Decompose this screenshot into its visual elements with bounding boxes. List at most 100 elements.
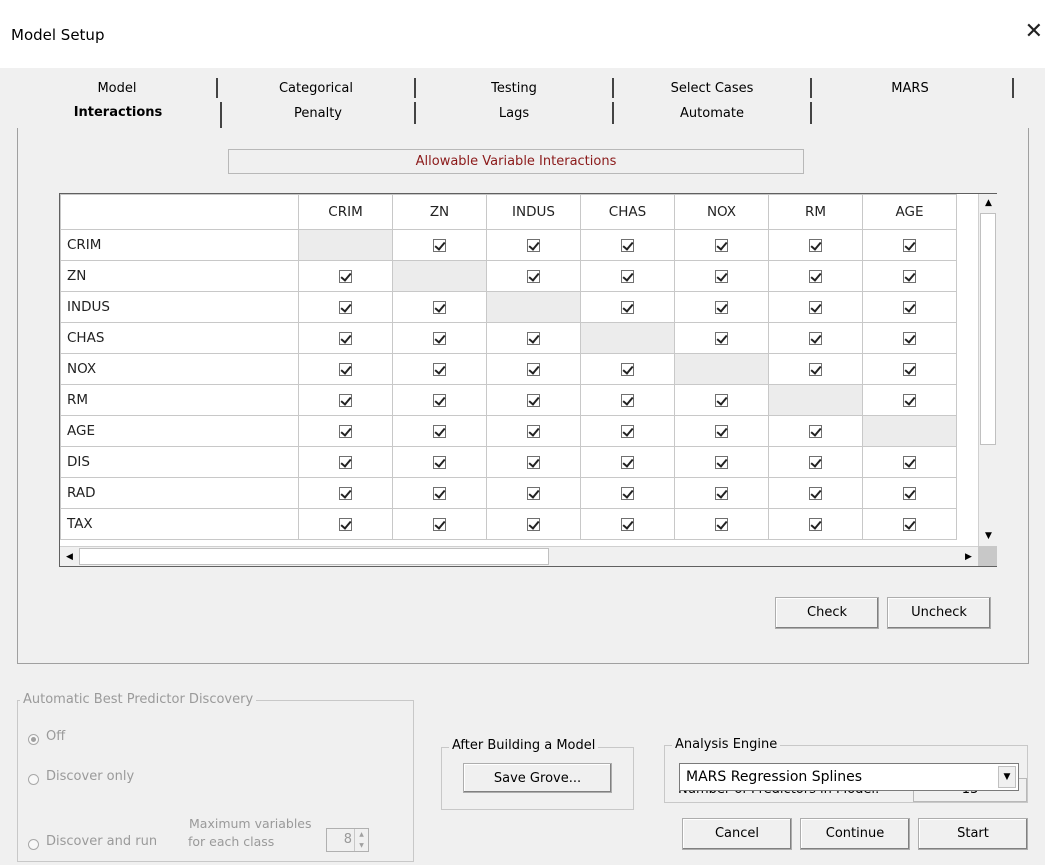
tab-categorical[interactable]: Categorical <box>218 78 414 100</box>
interaction-cell[interactable] <box>768 229 863 261</box>
interaction-cell[interactable] <box>298 322 393 354</box>
vertical-scrollbar[interactable]: ▲ ▼ <box>978 194 997 546</box>
checkbox-checked-icon[interactable] <box>809 362 822 376</box>
checkbox-checked-icon[interactable] <box>433 393 446 407</box>
interaction-cell[interactable] <box>674 477 769 509</box>
interaction-cell[interactable] <box>768 353 863 385</box>
interaction-cell[interactable] <box>580 229 675 261</box>
interaction-cell[interactable] <box>768 508 863 540</box>
interaction-cell[interactable] <box>768 291 863 323</box>
tab-model[interactable]: Model <box>17 78 217 100</box>
continue-button[interactable]: Continue <box>800 818 910 850</box>
interaction-cell[interactable] <box>298 415 393 447</box>
checkbox-checked-icon[interactable] <box>903 362 916 376</box>
checkbox-checked-icon[interactable] <box>527 238 540 252</box>
checkbox-checked-icon[interactable] <box>433 238 446 252</box>
checkbox-checked-icon[interactable] <box>527 486 540 500</box>
interaction-cell[interactable] <box>298 477 393 509</box>
checkbox-checked-icon[interactable] <box>621 238 634 252</box>
checkbox-checked-icon[interactable] <box>339 331 352 345</box>
interaction-cell[interactable] <box>862 446 957 478</box>
checkbox-checked-icon[interactable] <box>621 393 634 407</box>
checkbox-checked-icon[interactable] <box>903 486 916 500</box>
interaction-cell[interactable] <box>392 477 487 509</box>
vertical-scroll-thumb[interactable] <box>980 213 996 445</box>
checkbox-checked-icon[interactable] <box>809 331 822 345</box>
spin-down-icon[interactable]: ▼ <box>355 840 368 851</box>
interaction-cell[interactable] <box>862 260 957 292</box>
radio-discover-and-run[interactable] <box>28 839 39 850</box>
interaction-cell[interactable] <box>486 508 581 540</box>
checkbox-checked-icon[interactable] <box>433 517 446 531</box>
checkbox-checked-icon[interactable] <box>339 455 352 469</box>
interaction-cell[interactable] <box>674 291 769 323</box>
checkbox-checked-icon[interactable] <box>433 362 446 376</box>
interaction-cell[interactable] <box>486 477 581 509</box>
interaction-cell[interactable] <box>768 415 863 447</box>
interaction-cell[interactable] <box>298 260 393 292</box>
checkbox-checked-icon[interactable] <box>903 238 916 252</box>
spin-up-icon[interactable]: ▲ <box>355 829 368 840</box>
checkbox-checked-icon[interactable] <box>903 393 916 407</box>
checkbox-checked-icon[interactable] <box>339 424 352 438</box>
checkbox-checked-icon[interactable] <box>715 393 728 407</box>
checkbox-checked-icon[interactable] <box>339 300 352 314</box>
interaction-cell[interactable] <box>392 446 487 478</box>
interaction-cell[interactable] <box>392 384 487 416</box>
uncheck-button[interactable]: Uncheck <box>887 597 991 629</box>
interaction-cell[interactable] <box>486 415 581 447</box>
checkbox-checked-icon[interactable] <box>339 486 352 500</box>
scroll-up-icon[interactable]: ▲ <box>979 194 998 213</box>
checkbox-checked-icon[interactable] <box>621 300 634 314</box>
checkbox-checked-icon[interactable] <box>903 300 916 314</box>
analysis-engine-select[interactable]: MARS Regression Splines ▼ <box>679 763 1019 791</box>
checkbox-checked-icon[interactable] <box>715 424 728 438</box>
tab-automate[interactable]: Automate <box>614 103 810 125</box>
checkbox-checked-icon[interactable] <box>715 269 728 283</box>
interaction-cell[interactable] <box>486 353 581 385</box>
interaction-cell[interactable] <box>392 353 487 385</box>
checkbox-checked-icon[interactable] <box>527 362 540 376</box>
interaction-cell[interactable] <box>862 384 957 416</box>
check-button[interactable]: Check <box>775 597 879 629</box>
checkbox-checked-icon[interactable] <box>527 517 540 531</box>
interaction-cell[interactable] <box>768 260 863 292</box>
cancel-button[interactable]: Cancel <box>682 818 792 850</box>
interaction-cell[interactable] <box>862 353 957 385</box>
interaction-cell[interactable] <box>862 322 957 354</box>
interaction-cell[interactable] <box>862 291 957 323</box>
horizontal-scroll-thumb[interactable] <box>79 548 549 565</box>
interaction-cell[interactable] <box>580 384 675 416</box>
interaction-cell[interactable] <box>392 229 487 261</box>
interaction-cell[interactable] <box>674 508 769 540</box>
interaction-cell[interactable] <box>392 415 487 447</box>
checkbox-checked-icon[interactable] <box>715 455 728 469</box>
interaction-cell[interactable] <box>580 353 675 385</box>
checkbox-checked-icon[interactable] <box>433 455 446 469</box>
checkbox-checked-icon[interactable] <box>339 269 352 283</box>
scroll-right-icon[interactable]: ▶ <box>959 547 978 567</box>
checkbox-checked-icon[interactable] <box>809 486 822 500</box>
interaction-cell[interactable] <box>486 384 581 416</box>
checkbox-checked-icon[interactable] <box>809 269 822 283</box>
close-icon[interactable]: ✕ <box>1025 19 1043 44</box>
interaction-cell[interactable] <box>298 384 393 416</box>
interaction-cell[interactable] <box>580 508 675 540</box>
interaction-cell[interactable] <box>862 508 957 540</box>
interaction-cell[interactable] <box>862 229 957 261</box>
checkbox-checked-icon[interactable] <box>715 331 728 345</box>
checkbox-checked-icon[interactable] <box>621 455 634 469</box>
checkbox-checked-icon[interactable] <box>903 269 916 283</box>
checkbox-checked-icon[interactable] <box>621 517 634 531</box>
checkbox-checked-icon[interactable] <box>715 486 728 500</box>
interaction-cell[interactable] <box>674 322 769 354</box>
chevron-down-icon[interactable]: ▼ <box>998 766 1016 788</box>
checkbox-checked-icon[interactable] <box>809 517 822 531</box>
interaction-cell[interactable] <box>674 229 769 261</box>
radio-discover-only[interactable] <box>28 774 39 785</box>
checkbox-checked-icon[interactable] <box>527 424 540 438</box>
checkbox-checked-icon[interactable] <box>433 300 446 314</box>
checkbox-checked-icon[interactable] <box>433 486 446 500</box>
checkbox-checked-icon[interactable] <box>433 424 446 438</box>
tab-penalty[interactable]: Penalty <box>222 103 414 125</box>
